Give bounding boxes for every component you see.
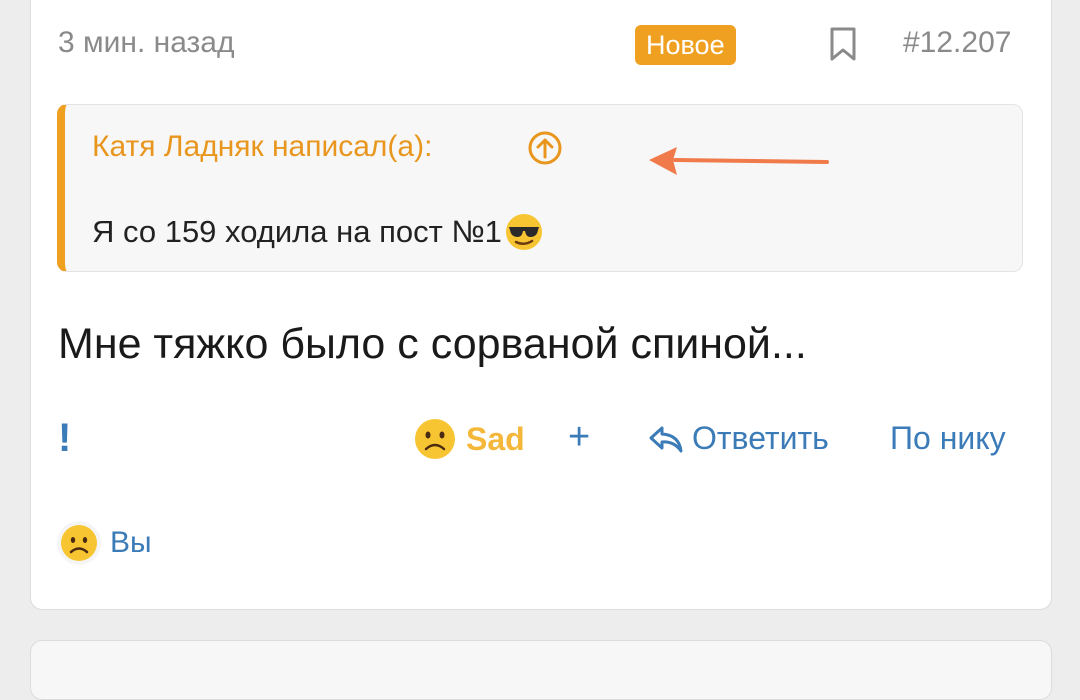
reply-icon — [649, 426, 683, 452]
bookmark-icon[interactable] — [828, 26, 858, 62]
next-post-card — [30, 640, 1052, 700]
reply-label: Ответить — [692, 420, 829, 456]
post-time: 3 мин. назад — [58, 26, 235, 59]
sunglasses-emoji-icon — [505, 214, 542, 250]
reply-by-nick-button[interactable]: По нику — [890, 420, 1006, 457]
sad-face-icon — [57, 521, 101, 565]
reply-button[interactable]: Ответить — [648, 420, 829, 457]
quote-text: Я со 159 ходила на пост №1 — [92, 214, 502, 249]
report-button[interactable]: ! — [58, 416, 71, 461]
annotation-arrow-icon — [649, 147, 829, 175]
reactors-list[interactable]: Вы — [56, 520, 152, 566]
add-reaction-button[interactable]: + — [568, 416, 590, 459]
quote-author[interactable]: Катя Ладняк написал(а): — [92, 130, 432, 164]
reaction-button[interactable]: Sad — [414, 418, 525, 460]
post-body: Мне тяжко было с сорваной спиной... — [58, 320, 807, 368]
arrow-up-circle-icon[interactable] — [527, 130, 563, 166]
new-badge: Новое — [635, 25, 736, 65]
reaction-label: Sad — [466, 420, 525, 457]
sad-face-icon — [415, 419, 455, 459]
quote-text-row: Я со 159 ходила на пост №1 — [92, 212, 544, 252]
reactors-label: Вы — [110, 526, 152, 559]
post-number[interactable]: #12.207 — [903, 26, 1011, 60]
post-card — [30, 0, 1052, 610]
